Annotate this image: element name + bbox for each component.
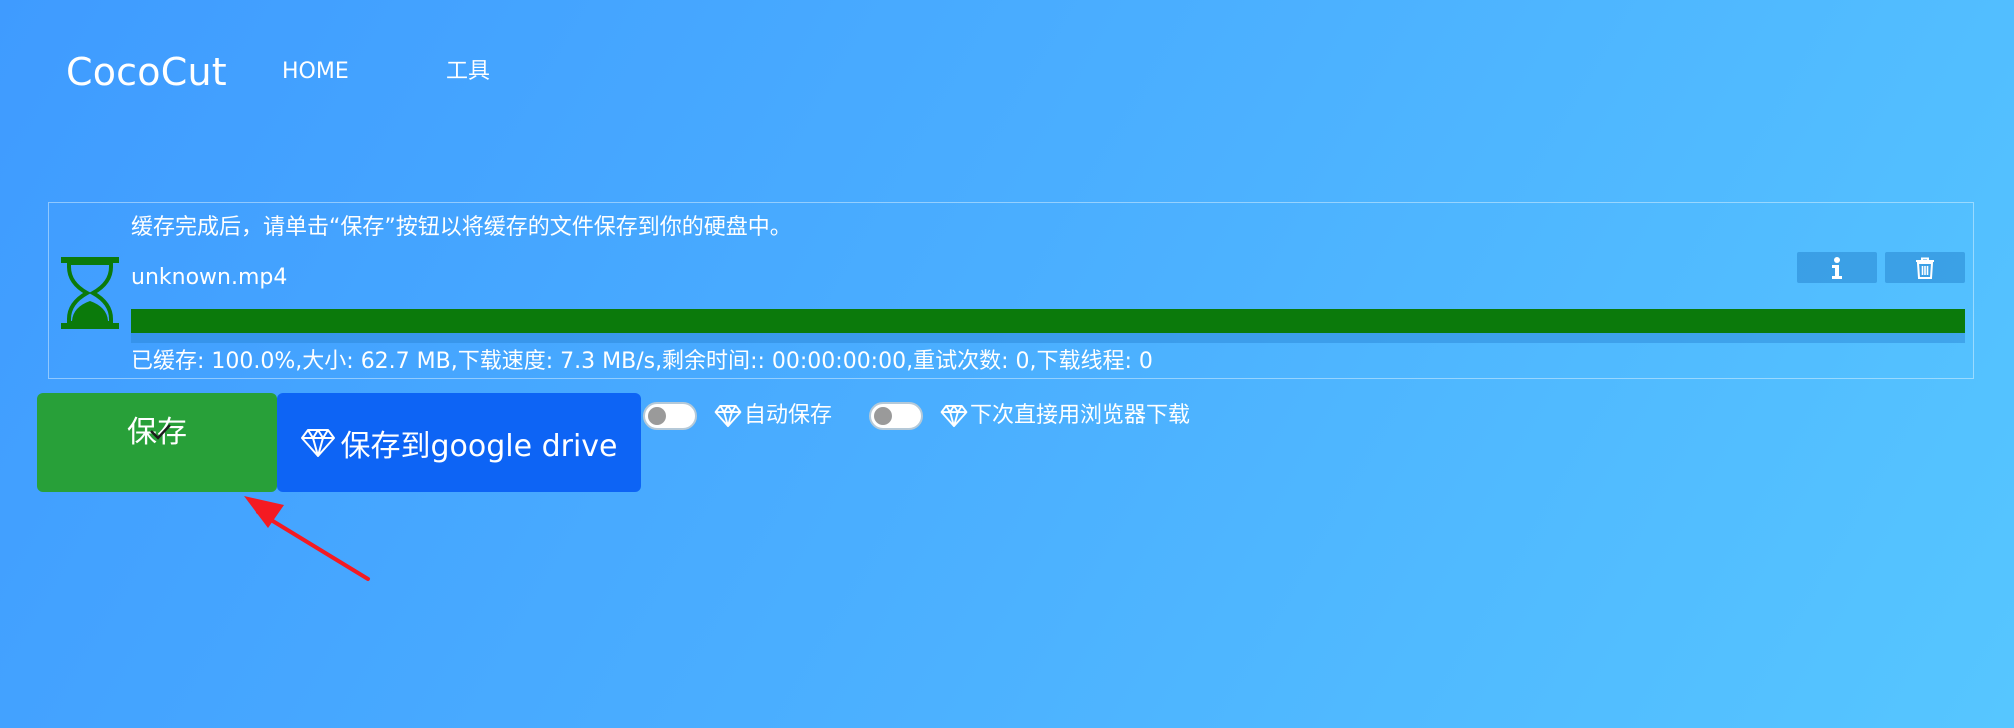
toggle-knob (648, 407, 666, 425)
browser-download-option: 下次直接用浏览器下载 (940, 402, 1190, 430)
toggle-knob (874, 407, 892, 425)
progress-bar (131, 309, 1965, 343)
diamond-icon (940, 404, 968, 428)
info-icon (1832, 256, 1842, 279)
file-name: unknown.mp4 (131, 265, 288, 290)
browser-download-label: 下次直接用浏览器下载 (970, 403, 1191, 428)
hourglass-icon (61, 257, 119, 329)
info-button[interactable] (1797, 252, 1877, 283)
auto-save-option: 自动保存 (714, 402, 832, 430)
save-to-google-drive-button[interactable]: 保存到google drive (277, 393, 641, 492)
diamond-icon (301, 428, 336, 457)
trash-icon (1916, 257, 1934, 279)
nav-tools[interactable]: 工具 (446, 58, 490, 86)
auto-save-label: 自动保存 (744, 403, 833, 428)
auto-save-toggle[interactable] (643, 402, 697, 430)
save-button[interactable]: 保存 (37, 393, 277, 492)
diamond-icon (714, 404, 742, 428)
delete-button[interactable] (1885, 252, 1965, 283)
browser-download-toggle[interactable] (869, 402, 923, 430)
progress-fill (131, 309, 1965, 333)
cache-complete-message: 缓存完成后，请单击“保存”按钮以将缓存的文件保存到你的硬盘中。 (131, 215, 792, 240)
nav-home[interactable]: HOME (282, 58, 349, 86)
download-item-panel: 缓存完成后，请单击“保存”按钮以将缓存的文件保存到你的硬盘中。 unknown.… (48, 202, 1974, 379)
check-icon (150, 424, 171, 440)
brand-logo-text[interactable]: CocoCut (66, 48, 227, 96)
download-stats: 已缓存: 100.0%,大小: 62.7 MB,下载速度: 7.3 MB/s,剩… (131, 349, 1153, 374)
save-to-google-drive-label: 保存到google drive (340, 428, 618, 464)
